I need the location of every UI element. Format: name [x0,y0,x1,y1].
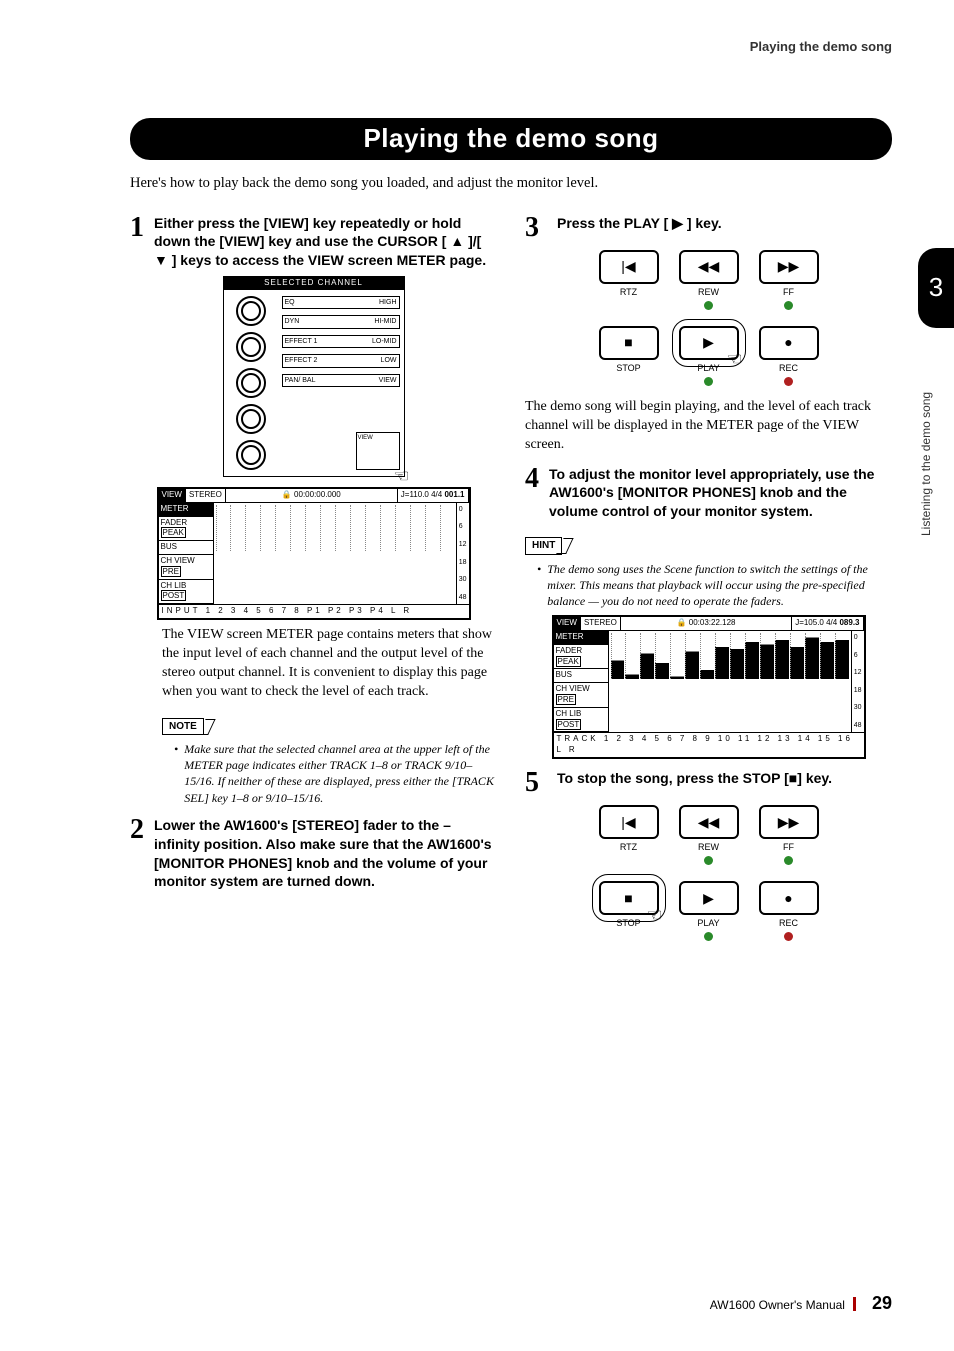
led-icon [704,301,713,310]
chapter-label: Listening to the demo song [918,336,934,536]
step-heading: Either press the [VIEW] key repeatedly o… [154,214,497,271]
ff-button-icon: ▶▶ [759,250,819,284]
strip-row: PAN/ BALVIEW [282,374,400,387]
step-heading: To adjust the monitor level appropriatel… [549,465,892,522]
strip-row: EFFECT 1LO-MID [282,335,400,348]
intro-text: Here's how to play back the demo song yo… [130,174,892,194]
rew-button-icon: ◀◀ [679,805,739,839]
strip-row: EQHIGH [282,296,400,309]
step-number: 1 [130,214,144,271]
step-number: 5 [525,769,547,797]
figure-meter-screen-playing: VIEW STEREO 🔒 00:03:22.128 J=105.0 4/4 0… [552,615,866,759]
chapter-number: 3 [918,248,954,328]
led-icon [784,856,793,865]
figure-transport-stop: |◀RTZ ◀◀REW ▶▶FF ■☜STOP ▶PLAY ●REC [589,805,829,941]
strip-title: SELECTED CHANNEL [224,277,404,290]
note-text: Make sure that the selected channel area… [174,741,497,806]
knob-icon [236,296,266,326]
chapter-thumb: 3 Listening to the demo song [918,248,954,536]
figure-selected-channel-strip: SELECTED CHANNEL EQHIGH DYNHI-MID EFFECT… [223,276,405,477]
led-icon [784,377,793,386]
led-icon [704,377,713,386]
figure-transport-play: |◀RTZ ◀◀REW ▶▶FF ■STOP ▶☜PLAY ●REC [589,250,829,386]
led-icon [784,301,793,310]
step-heading: To stop the song, press the STOP [■] key… [557,769,832,797]
knob-icon [236,332,266,362]
play-button-icon: ▶☜ [679,326,739,360]
knob-icon [236,440,266,470]
stop-button-icon: ■☜ [599,881,659,915]
rec-button-icon: ● [759,881,819,915]
rtz-button-icon: |◀ [599,250,659,284]
led-icon [704,856,713,865]
step-number: 3 [525,214,547,242]
ff-button-icon: ▶▶ [759,805,819,839]
rec-button-icon: ● [759,326,819,360]
page-title: Playing the demo song [130,118,892,160]
left-column: 1 Either press the [VIEW] key repeatedly… [130,204,497,954]
step-5: 5 To stop the song, press the STOP [■] k… [525,769,892,797]
led-icon [784,932,793,941]
right-column: 3 Press the PLAY [ ▶ ] key. |◀RTZ ◀◀REW … [525,204,892,954]
hint-text: The demo song uses the Scene function to… [537,561,892,610]
play-button-icon: ▶ [679,881,739,915]
page-footer: AW1600 Owner's Manual29 [710,1291,892,1315]
step-4: 4 To adjust the monitor level appropriat… [525,465,892,522]
pointing-hand-icon: ☜ [393,464,409,488]
strip-row: EFFECT 2LOW [282,354,400,367]
figure-meter-screen-idle: VIEW STEREO 🔒 00:00:00.000 J=110.0 4/4 0… [157,487,471,620]
knob-icon [236,368,266,398]
step-heading: Press the PLAY [ ▶ ] key. [557,214,722,242]
knob-icon [236,404,266,434]
led-icon [704,932,713,941]
running-header: Playing the demo song [750,38,892,56]
step-2: 2 Lower the AW1600's [STEREO] fader to t… [130,816,497,892]
step-number: 4 [525,465,539,522]
step-number: 2 [130,816,144,892]
rtz-button-icon: |◀ [599,805,659,839]
strip-row: DYNHI-MID [282,315,400,328]
note-label: NOTE [162,718,204,736]
step-3-body: The demo song will begin playing, and th… [525,398,892,455]
step-3: 3 Press the PLAY [ ▶ ] key. [525,214,892,242]
step-1-body: The VIEW screen METER page contains mete… [162,626,497,702]
step-heading: Lower the AW1600's [STEREO] fader to the… [154,816,497,892]
step-1: 1 Either press the [VIEW] key repeatedly… [130,214,497,271]
hint-label: HINT [525,537,562,555]
pointing-hand-icon: ☜ [646,903,662,927]
stop-button-icon: ■ [599,326,659,360]
rew-button-icon: ◀◀ [679,250,739,284]
pointing-hand-icon: ☜ [726,347,742,371]
